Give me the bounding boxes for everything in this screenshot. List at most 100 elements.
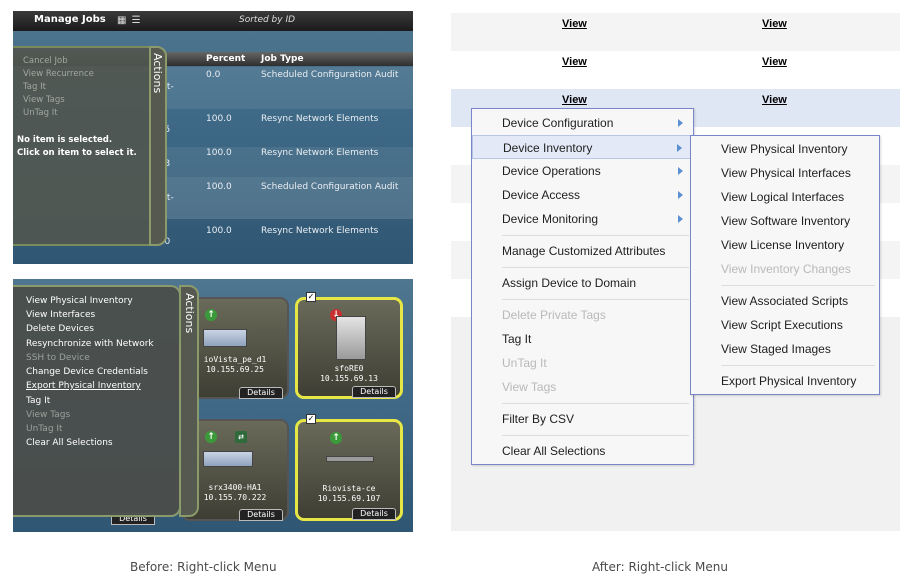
view-toggle-icon[interactable]: ▦ ☰ xyxy=(117,15,142,26)
menu-separator xyxy=(721,285,875,286)
menu-item-device-inventory[interactable]: Device Inventory xyxy=(472,135,693,159)
menu-item-device-configuration[interactable]: Device Configuration xyxy=(472,111,693,135)
menu-item-manage-customized-attributes[interactable]: Manage Customized Attributes xyxy=(472,239,693,263)
menu-item-device-monitoring[interactable]: Device Monitoring xyxy=(472,207,693,231)
menu-item-view-tags: View Tags xyxy=(502,380,557,394)
device-name: Riovista-ce xyxy=(322,484,376,493)
menu-item[interactable]: View Interfaces xyxy=(26,310,95,320)
menu-item-hovered[interactable]: Export Physical Inventory xyxy=(26,381,141,391)
row-percent: 100.0 xyxy=(206,226,232,236)
menu-separator xyxy=(721,365,875,366)
submenu-item-export-physical-inventory[interactable]: Export Physical Inventory xyxy=(691,369,879,393)
menu-item-untag-it: UnTag It xyxy=(502,356,547,370)
menu-item-label: Device Monitoring xyxy=(502,212,599,226)
cluster-icon: ⇄ xyxy=(235,431,247,443)
menu-item-assign-device-to-domain[interactable]: Assign Device to Domain xyxy=(472,271,693,295)
row-percent: 100.0 xyxy=(206,182,232,192)
submenu-item-view-associated-scripts[interactable]: View Associated Scripts xyxy=(691,289,879,313)
menu-item-disabled: SSH to Device xyxy=(26,353,90,363)
up-arrow-icon: ↑ xyxy=(330,432,342,444)
menu-item[interactable]: View Physical Inventory xyxy=(26,296,133,306)
menu-item-disabled: UnTag It xyxy=(26,424,63,434)
caption-after: After: Right-click Menu xyxy=(592,560,728,574)
menu-item-view-recurrence[interactable]: View Recurrence xyxy=(23,69,94,79)
submenu-arrow-icon xyxy=(677,144,682,152)
submenu-item-view-license-inventory[interactable]: View License Inventory xyxy=(691,233,879,257)
menu-item-device-access[interactable]: Device Access xyxy=(472,183,693,207)
row-percent: 100.0 xyxy=(206,148,232,158)
checkbox-checked-icon[interactable]: ✓ xyxy=(306,292,316,302)
device-card-selected[interactable]: ✓ ↓ sfoRE0 10.155.69.13 Details xyxy=(295,292,403,399)
message-line: No item is selected. xyxy=(17,135,113,145)
col-job-type[interactable]: Job Type xyxy=(261,54,304,64)
submenu-arrow-icon xyxy=(678,191,683,199)
actions-tab-label: Actions xyxy=(151,53,164,94)
grid-row xyxy=(451,51,900,89)
message-line: Click on item to select it. xyxy=(17,148,137,158)
device-ip: 10.155.69.107 xyxy=(317,494,381,503)
submenu-arrow-icon xyxy=(678,215,683,223)
view-link[interactable]: View xyxy=(562,18,587,30)
view-link[interactable]: View xyxy=(562,94,587,106)
up-arrow-icon: ↑ xyxy=(205,309,217,321)
old-devices-screenshot: ↑ ioVista_pe_d1 10.155.69.25 Details ✓ ↓… xyxy=(13,279,413,532)
context-menu: Device Configuration Device Inventory De… xyxy=(471,108,694,465)
row-percent: 100.0 xyxy=(206,114,232,124)
submenu-item-view-physical-inventory[interactable]: View Physical Inventory xyxy=(691,137,879,161)
device-card-selected[interactable]: ✓ ↑ Riovista-ce 10.155.69.107 Details xyxy=(295,414,403,521)
details-button[interactable]: Details xyxy=(352,508,396,520)
submenu-item-view-physical-interfaces[interactable]: View Physical Interfaces xyxy=(691,161,879,185)
submenu-item-view-software-inventory[interactable]: View Software Inventory xyxy=(691,209,879,233)
row-job-type: Scheduled Configuration Audit xyxy=(261,182,399,192)
submenu-arrow-icon xyxy=(678,119,683,127)
menu-item-tag-it[interactable]: Tag It xyxy=(23,82,46,92)
menu-item-label: Device Inventory xyxy=(503,141,593,155)
device-image xyxy=(203,329,247,347)
jobs-header: Manage Jobs ▦ ☰ Sorted by ID xyxy=(13,11,413,31)
menu-item-label: Device Access xyxy=(502,188,581,202)
device-name: sfoRE0 xyxy=(334,364,364,373)
actions-tab-label: Actions xyxy=(183,293,196,334)
device-image xyxy=(203,451,253,467)
menu-separator xyxy=(502,403,689,404)
menu-item[interactable]: Change Device Credentials xyxy=(26,367,148,377)
menu-separator xyxy=(502,267,689,268)
menu-item-view-tags[interactable]: View Tags xyxy=(23,95,65,105)
submenu-item-view-logical-interfaces[interactable]: View Logical Interfaces xyxy=(691,185,879,209)
menu-item[interactable]: Tag It xyxy=(26,396,50,406)
menu-item-delete-private-tags: Delete Private Tags xyxy=(502,308,606,322)
menu-item-disabled: View Tags xyxy=(26,410,71,420)
old-device-actions-menu: View Physical Inventory View Interfaces … xyxy=(13,285,181,517)
menu-item-device-operations[interactable]: Device Operations xyxy=(472,159,693,183)
row-job-type: Scheduled Configuration Audit xyxy=(261,70,399,80)
menu-item-filter-by-csv[interactable]: Filter By CSV xyxy=(472,407,693,431)
menu-item-tag-it[interactable]: Tag It xyxy=(472,327,693,351)
menu-item[interactable]: Delete Devices xyxy=(26,324,94,334)
caption-before: Before: Right-click Menu xyxy=(130,560,277,574)
old-jobs-screenshot: Manage Jobs ▦ ☰ Sorted by ID Percent Job… xyxy=(13,11,413,264)
view-link[interactable]: View xyxy=(562,56,587,68)
grid-row xyxy=(451,13,900,51)
submenu-item-view-script-executions[interactable]: View Script Executions xyxy=(691,313,879,337)
row-job-type: Resync Network Elements xyxy=(261,114,379,124)
device-inventory-submenu: View Physical Inventory View Physical In… xyxy=(690,135,880,395)
col-percent[interactable]: Percent xyxy=(206,54,245,64)
view-link[interactable]: View xyxy=(762,56,787,68)
submenu-item-view-inventory-changes: View Inventory Changes xyxy=(721,262,851,276)
details-button[interactable]: Details xyxy=(352,386,396,398)
menu-item-clear-all-selections[interactable]: Clear All Selections xyxy=(472,439,693,463)
menu-item-cancel-job[interactable]: Cancel Job xyxy=(23,56,68,66)
menu-item[interactable]: Clear All Selections xyxy=(26,438,113,448)
submenu-item-view-staged-images[interactable]: View Staged Images xyxy=(691,337,879,361)
details-button[interactable]: Details xyxy=(239,509,283,521)
no-selection-message: No item is selected. Click on item to se… xyxy=(17,134,137,160)
menu-item-untag-it[interactable]: UnTag It xyxy=(23,108,58,118)
checkbox-checked-icon[interactable]: ✓ xyxy=(306,414,316,424)
menu-item[interactable]: Resynchronize with Network xyxy=(26,339,154,349)
up-arrow-icon: ↑ xyxy=(205,431,217,443)
view-link[interactable]: View xyxy=(762,94,787,106)
menu-separator xyxy=(502,435,689,436)
submenu-arrow-icon xyxy=(678,167,683,175)
details-button[interactable]: Details xyxy=(239,387,283,399)
view-link[interactable]: View xyxy=(762,18,787,30)
